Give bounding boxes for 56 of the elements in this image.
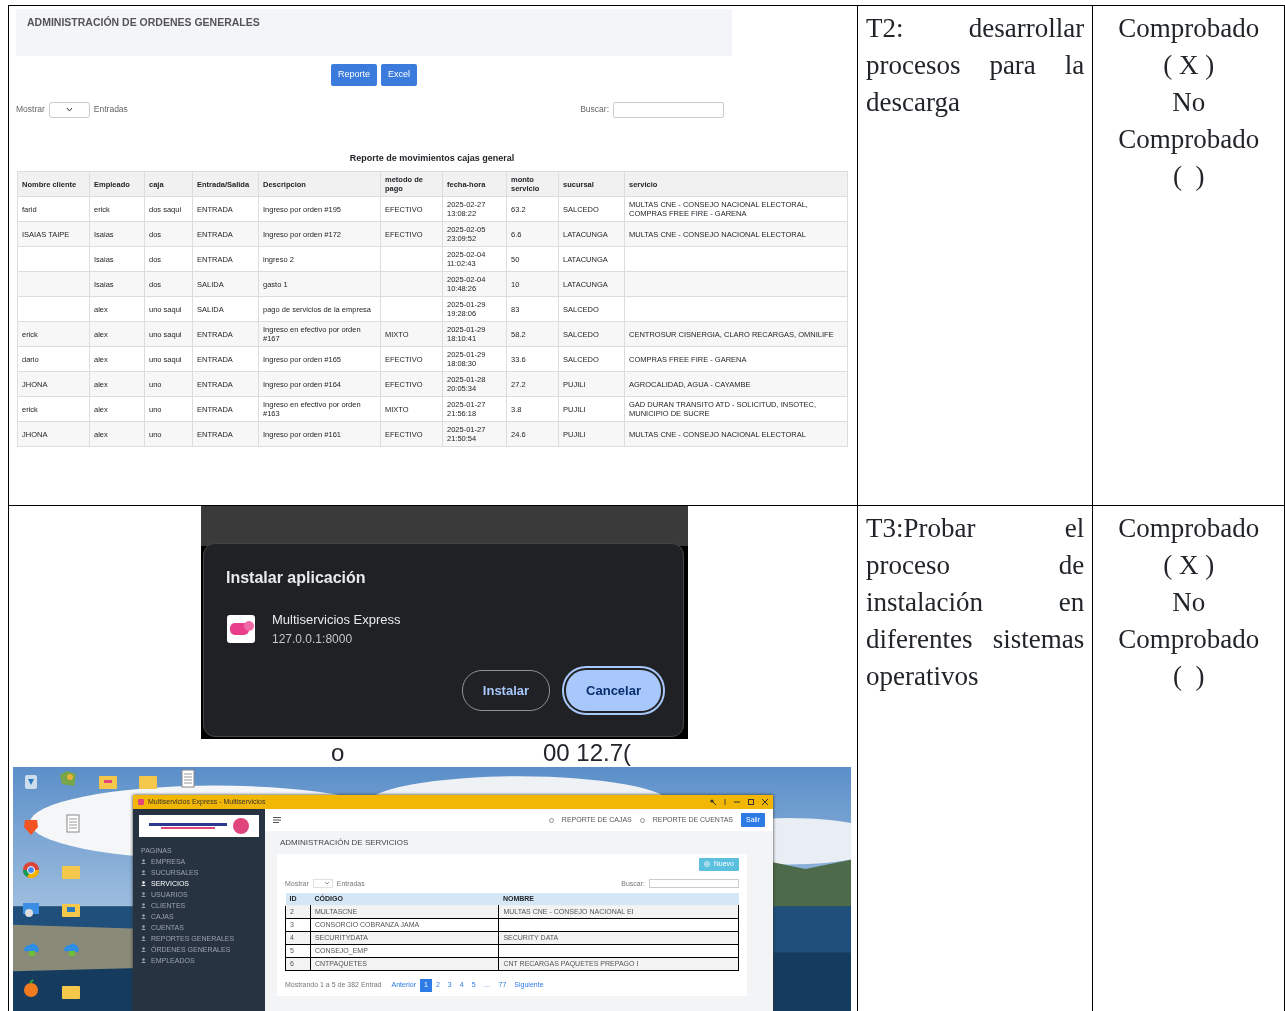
report-button[interactable]: Excel [381, 64, 417, 86]
plus-icon [703, 861, 710, 868]
clock-icon [639, 817, 645, 823]
key-icon [710, 799, 716, 805]
label: Buscar: [580, 103, 609, 116]
status-text: Comprobado [1117, 12, 1261, 45]
document-icon[interactable] [63, 814, 83, 834]
app-icon [138, 799, 144, 805]
browser-icon[interactable] [21, 860, 41, 880]
status-text: ( ) [1171, 660, 1206, 693]
status-text: Comprobado [1117, 623, 1261, 656]
person-icon [141, 881, 146, 886]
close-icon [762, 799, 768, 805]
status-text: No [1171, 86, 1207, 119]
select-field[interactable] [48, 101, 90, 118]
status-text: ( X ) [1162, 549, 1216, 582]
report-title: Reporte de movimientos cajas general [348, 151, 516, 165]
person-icon [141, 914, 146, 919]
select-field [312, 879, 333, 889]
task-description: T2: desarrollar procesos para la descarga [864, 12, 1086, 119]
task-description: T3:Probar el proceso de instalación en diferentes sistemas operativos [864, 512, 1086, 693]
page-title: ADMINISTRACIÓN DE ORDENES GENERALES [27, 16, 260, 28]
maximize-icon [748, 799, 754, 805]
caret-icon [65, 107, 73, 112]
person-icon [141, 925, 146, 930]
search-field[interactable] [613, 101, 724, 118]
minimize-icon [734, 799, 740, 805]
app-url: 127.0.0.1:8000 [272, 630, 354, 648]
search-field[interactable] [649, 879, 739, 889]
menu-icon [273, 817, 281, 823]
status-text: No [1171, 586, 1207, 619]
label: Entradas [93, 103, 128, 116]
person-icon [141, 903, 146, 908]
status-text: ( X ) [1162, 49, 1216, 82]
fruit-icon[interactable] [21, 979, 41, 999]
status-text: ( ) [1171, 160, 1206, 193]
page-title: ADMINISTRACIÓN DE SERVICIOS [279, 837, 410, 849]
dialog-title: Instalar aplicación [226, 568, 367, 588]
clock-icon [548, 817, 554, 823]
person-icon [141, 947, 146, 952]
dialog-button[interactable]: Instalar [461, 669, 551, 711]
cut-text: o [331, 739, 345, 767]
monitor-icon[interactable] [21, 900, 41, 920]
status-text: Comprobado [1117, 123, 1261, 156]
label: Mostrar [16, 103, 45, 116]
cut-text: 00 12.7( [542, 739, 631, 767]
document-icon[interactable] [178, 769, 198, 789]
app-logo-icon [226, 613, 256, 644]
person-icon [141, 958, 146, 963]
status-text: Comprobado [1117, 512, 1261, 545]
person-icon [141, 859, 146, 864]
app-name: Multiservicios Express [272, 611, 401, 629]
person-icon [141, 936, 146, 941]
person-icon [141, 892, 146, 897]
report-button[interactable]: Reporte [330, 64, 377, 86]
person-icon [141, 870, 146, 875]
